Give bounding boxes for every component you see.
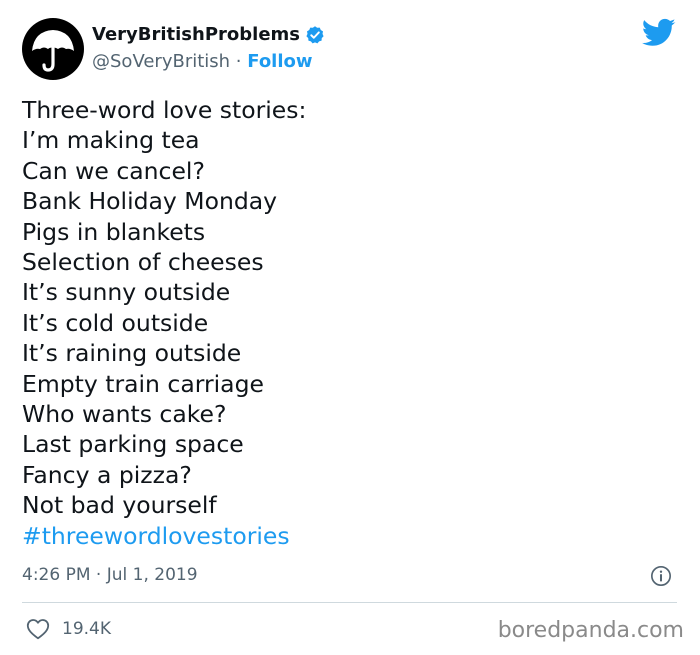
tweet-line: It’s sunny outside <box>22 278 231 307</box>
tweet-line: Can we cancel? <box>22 156 205 185</box>
verified-badge-icon <box>306 25 324 43</box>
info-icon[interactable] <box>650 565 672 587</box>
tweet-card: VeryBritishProblems @SoVeryBritish · Fol… <box>0 0 700 655</box>
tweet-line: Three-word love stories: <box>22 96 307 124</box>
tweet-line: Bank Holiday Monday <box>22 187 278 216</box>
like-button[interactable]: 19.4K <box>26 618 111 640</box>
handle-separator: · <box>230 51 248 72</box>
tweet-line: Fancy a pizza? <box>22 460 192 489</box>
tweet-line: It’s cold outside <box>22 308 209 337</box>
tweet-line: Last parking space <box>22 430 244 459</box>
umbrella-icon <box>32 30 74 72</box>
tweet-text: Three-word love stories: I’m making tea … <box>22 95 662 551</box>
like-count: 19.4K <box>62 619 111 639</box>
tweet-line: It’s raining outside <box>22 339 242 368</box>
divider <box>22 602 677 603</box>
tweet-line: Pigs in blankets <box>22 217 206 246</box>
watermark: boredpanda.com <box>497 618 684 643</box>
author-name-row: VeryBritishProblems <box>92 24 325 45</box>
avatar[interactable] <box>22 18 84 80</box>
handle-row: @SoVeryBritish · Follow <box>92 51 313 72</box>
tweet-line: Not bad yourself <box>22 491 217 520</box>
tweet-line: Selection of cheeses <box>22 248 264 277</box>
hashtag-link[interactable]: #threewordlovestories <box>22 521 662 551</box>
display-name[interactable]: VeryBritishProblems <box>92 24 300 45</box>
tweet-line: Empty train carriage <box>22 369 264 398</box>
twitter-bird-icon[interactable] <box>642 18 676 48</box>
timestamp[interactable]: 4:26 PM · Jul 1, 2019 <box>22 565 198 585</box>
tweet-line: Who wants cake? <box>22 400 227 429</box>
follow-button[interactable]: Follow <box>247 51 312 72</box>
tweet-line: I’m making tea <box>22 126 200 155</box>
handle[interactable]: @SoVeryBritish <box>92 51 230 72</box>
heart-icon <box>26 619 50 640</box>
